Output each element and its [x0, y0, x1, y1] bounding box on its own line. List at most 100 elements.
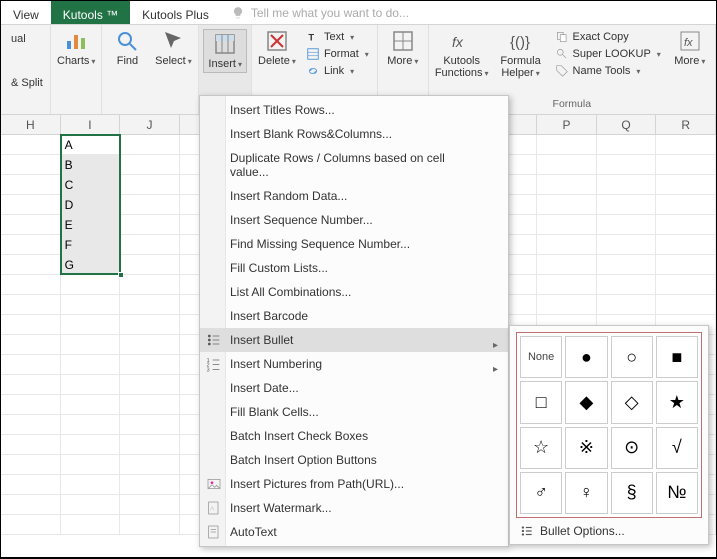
bullet-filled-circle[interactable]: ● [565, 336, 607, 378]
cell[interactable] [120, 455, 180, 475]
cell[interactable] [120, 315, 180, 335]
bullet-male[interactable]: ♂ [520, 472, 562, 514]
cell[interactable]: E [61, 215, 121, 235]
cell[interactable]: B [61, 155, 121, 175]
cell[interactable] [61, 275, 121, 295]
bullet-filled-diamond[interactable]: ◆ [565, 381, 607, 423]
cell[interactable] [537, 275, 597, 295]
more-button[interactable]: More [384, 29, 422, 67]
cell[interactable] [1, 275, 61, 295]
cell[interactable] [120, 295, 180, 315]
menu-item[interactable]: Batch Insert Check Boxes [200, 424, 508, 448]
cell[interactable] [61, 355, 121, 375]
name-tools-button[interactable]: Name Tools [553, 63, 663, 79]
cell[interactable] [61, 415, 121, 435]
cell[interactable] [120, 355, 180, 375]
cell[interactable] [1, 155, 61, 175]
bullet-check[interactable]: √ [656, 427, 698, 469]
text-button[interactable]: TText [304, 29, 371, 45]
cell[interactable] [1, 455, 61, 475]
cell[interactable] [120, 235, 180, 255]
cell[interactable] [597, 195, 657, 215]
cell[interactable] [597, 155, 657, 175]
cell[interactable] [1, 335, 61, 355]
cell[interactable] [1, 375, 61, 395]
more2-button[interactable]: fx More [671, 29, 709, 67]
bullet-female[interactable]: ♀ [565, 472, 607, 514]
menu-item[interactable]: Insert Sequence Number... [200, 208, 508, 232]
cell[interactable] [597, 135, 657, 155]
cell[interactable] [1, 295, 61, 315]
tab-kutools[interactable]: Kutools ™ [51, 1, 130, 24]
col-i[interactable]: I [61, 115, 121, 134]
cell[interactable] [120, 435, 180, 455]
cell[interactable] [597, 275, 657, 295]
cell[interactable] [1, 195, 61, 215]
bullet-open-square[interactable]: □ [520, 381, 562, 423]
charts-button[interactable]: Charts [57, 29, 95, 67]
tab-kutools-plus[interactable]: Kutools Plus [130, 1, 221, 24]
cell[interactable] [120, 335, 180, 355]
cell[interactable] [1, 515, 61, 535]
cell[interactable] [1, 475, 61, 495]
cell[interactable] [61, 435, 121, 455]
cell[interactable] [1, 415, 61, 435]
cell[interactable] [1, 395, 61, 415]
cell[interactable] [597, 295, 657, 315]
menu-item[interactable]: Fill Custom Lists... [200, 256, 508, 280]
kutools-functions-button[interactable]: fx Kutools Functions [435, 29, 489, 79]
menu-item[interactable]: AInsert Watermark... [200, 496, 508, 520]
bullet-section[interactable]: § [611, 472, 653, 514]
tab-view[interactable]: View [1, 1, 51, 24]
menu-item[interactable]: Find Missing Sequence Number... [200, 232, 508, 256]
cell[interactable] [120, 135, 180, 155]
cell[interactable] [120, 275, 180, 295]
cell[interactable] [656, 235, 716, 255]
menu-item[interactable]: Insert Random Data... [200, 184, 508, 208]
select-button[interactable]: Select [154, 29, 192, 67]
cell[interactable]: G [61, 255, 121, 275]
cell[interactable] [1, 315, 61, 335]
cell[interactable] [537, 235, 597, 255]
bullet-target[interactable]: ⊙ [611, 427, 653, 469]
col-j[interactable]: J [120, 115, 180, 134]
cell[interactable] [656, 135, 716, 155]
cell[interactable] [656, 195, 716, 215]
cell[interactable] [1, 435, 61, 455]
cell[interactable] [1, 495, 61, 515]
delete-button[interactable]: Delete [258, 29, 296, 67]
col-p[interactable]: P [537, 115, 597, 134]
menu-item[interactable]: Duplicate Rows / Columns based on cell v… [200, 146, 508, 184]
cell[interactable] [656, 295, 716, 315]
cell[interactable] [597, 215, 657, 235]
exact-copy-button[interactable]: Exact Copy [553, 29, 663, 45]
cell[interactable] [597, 235, 657, 255]
tell-me-search[interactable]: Tell me what you want to do... [221, 1, 419, 24]
menu-item[interactable]: Insert Barcode [200, 304, 508, 328]
cell[interactable] [120, 375, 180, 395]
format-button[interactable]: Format [304, 46, 371, 62]
menu-item[interactable]: Fill Blank Cells... [200, 400, 508, 424]
cell[interactable] [61, 475, 121, 495]
bullet-open-diamond[interactable]: ◇ [611, 381, 653, 423]
bullet-reference[interactable]: ※ [565, 427, 607, 469]
cell[interactable] [537, 215, 597, 235]
cell[interactable] [656, 155, 716, 175]
menu-item[interactable]: 123Insert Numbering [200, 352, 508, 376]
cell[interactable]: F [61, 235, 121, 255]
bullet-filled-star[interactable]: ★ [656, 381, 698, 423]
bullet-open-star[interactable]: ☆ [520, 427, 562, 469]
bullet-filled-square[interactable]: ■ [656, 336, 698, 378]
cell[interactable] [656, 175, 716, 195]
cell[interactable] [61, 295, 121, 315]
link-button[interactable]: Link [304, 63, 371, 79]
cell[interactable] [656, 275, 716, 295]
cell[interactable] [120, 475, 180, 495]
cell[interactable]: A [61, 135, 121, 155]
menu-item[interactable]: AutoText [200, 520, 508, 544]
cell[interactable] [1, 175, 61, 195]
cell[interactable] [120, 495, 180, 515]
menu-item[interactable]: Insert Blank Rows&Columns... [200, 122, 508, 146]
cell[interactable] [120, 395, 180, 415]
cell[interactable] [537, 195, 597, 215]
